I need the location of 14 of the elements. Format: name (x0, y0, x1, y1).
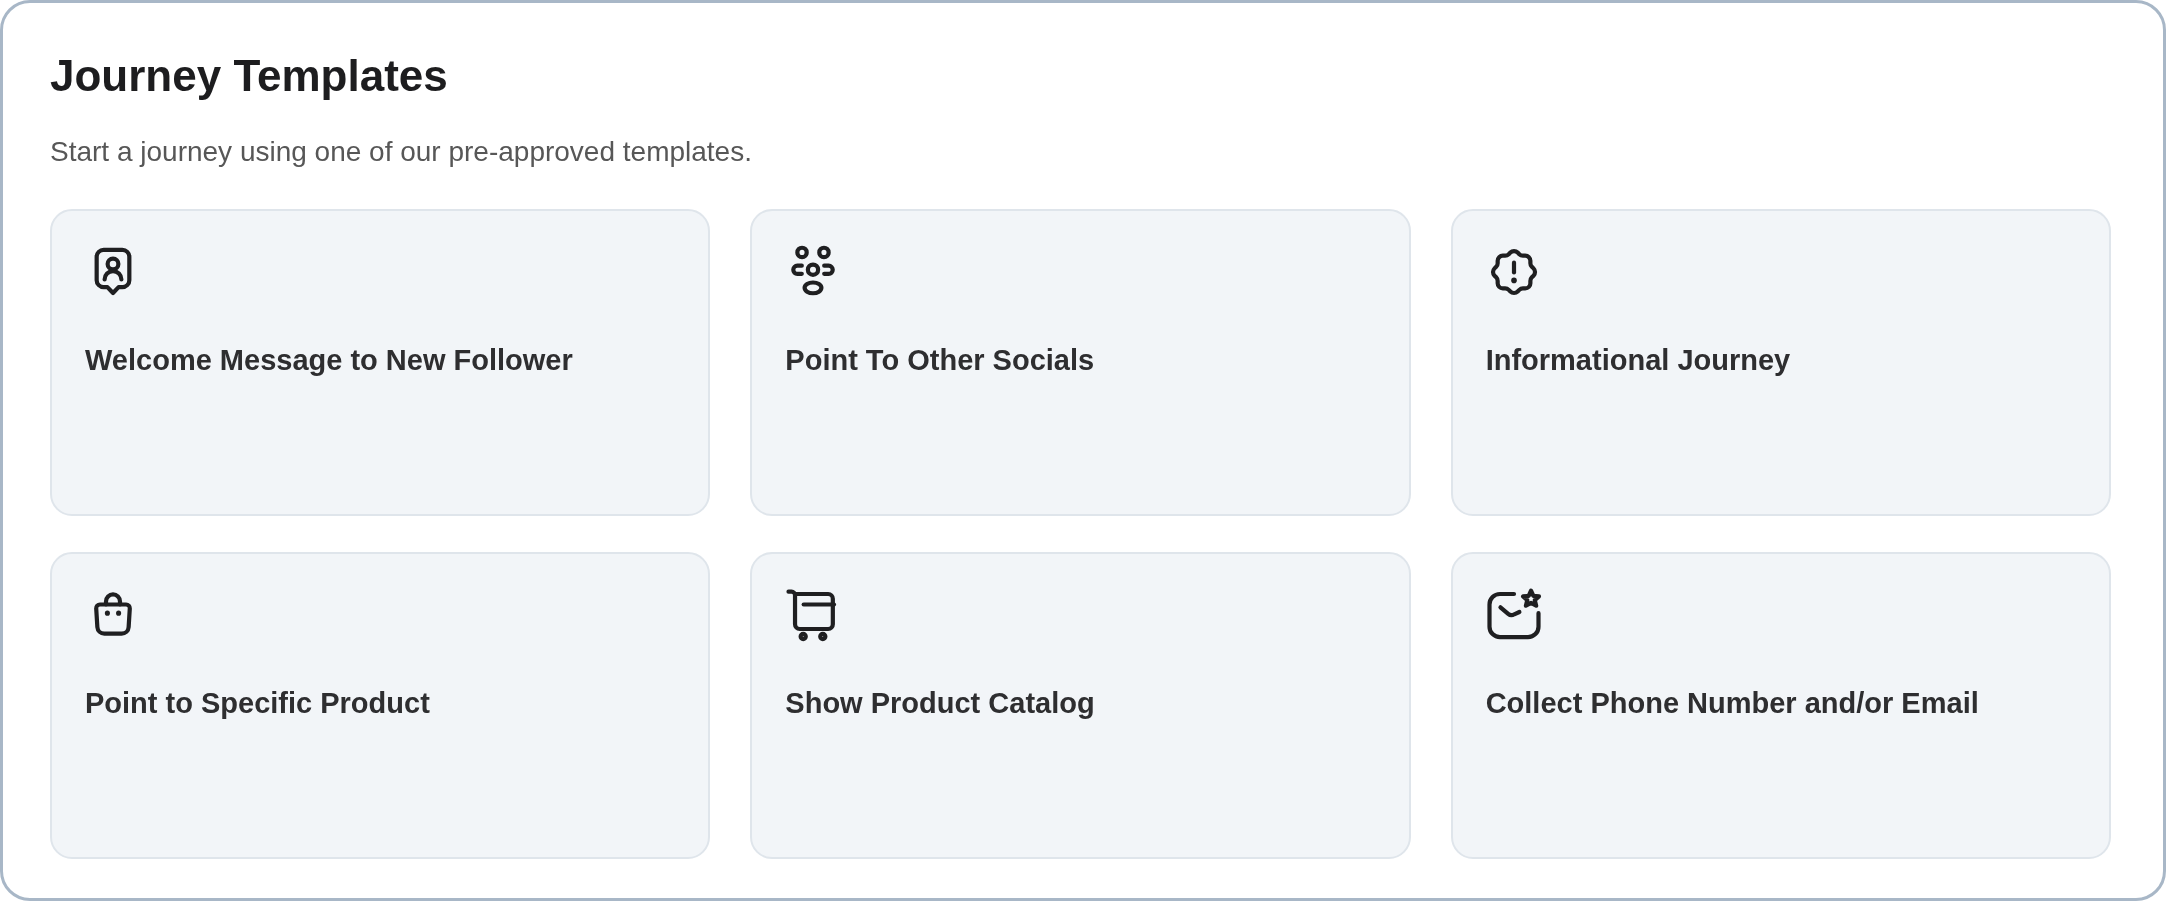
template-title: Show Product Catalog (785, 686, 1095, 721)
template-card[interactable]: Informational Journey (1450, 209, 2111, 517)
template-card[interactable]: Welcome Message to New Follower (50, 209, 711, 517)
template-card[interactable]: Collect Phone Number and/or Email (1450, 552, 2111, 860)
template-title: Collect Phone Number and/or Email (1485, 686, 1979, 721)
page-title: Journey Templates (50, 50, 449, 102)
template-card[interactable]: Point to Specific Product (50, 552, 711, 860)
template-title: Point to Specific Product (85, 686, 430, 721)
template-title: Welcome Message to New Follower (85, 343, 573, 378)
page-subtitle: Start a journey using one of our pre-approved templates. (50, 134, 753, 169)
template-title: Point To Other Socials (785, 343, 1095, 378)
template-title: Informational Journey (1485, 343, 1791, 378)
template-card[interactable]: Show Product Catalog (750, 552, 1411, 860)
template-card[interactable]: Point To Other Socials (750, 209, 1411, 517)
